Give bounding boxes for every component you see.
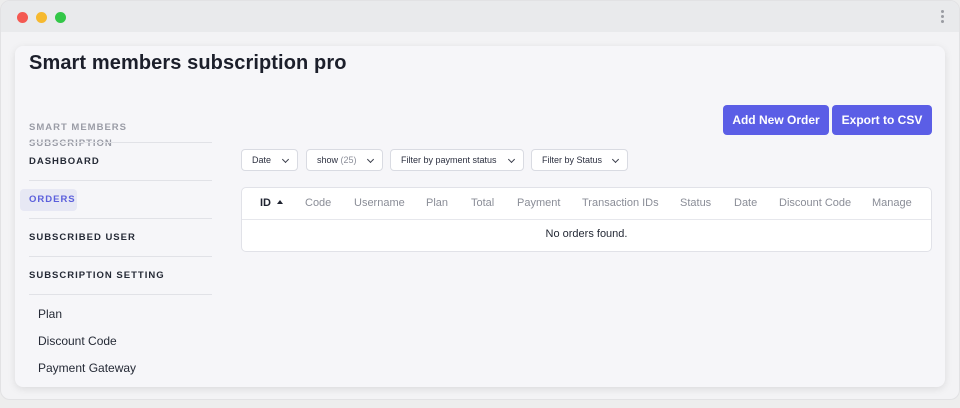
sidebar-item-label: SUBSCRIPTION SETTING (29, 270, 165, 281)
date-filter-label: Date (252, 155, 272, 165)
page-size-label: show (317, 155, 339, 165)
chevron-down-icon (281, 155, 290, 164)
sidebar-divider (29, 294, 212, 295)
column-header-manage[interactable]: Manage (872, 197, 912, 209)
sidebar-item-subscribed-user[interactable]: SUBSCRIBED USER (29, 218, 212, 256)
sidebar-item-label: ORDERS (29, 194, 76, 205)
status-filter-label: Filter by Status (542, 155, 603, 165)
sidebar-item-dashboard[interactable]: DASHBOARD (29, 142, 212, 180)
page-title: Smart members subscription pro (29, 52, 347, 74)
payment-status-filter-select[interactable]: Filter by payment status (390, 149, 524, 171)
column-header-total[interactable]: Total (471, 197, 494, 209)
sidebar-item-orders[interactable]: ORDERS (20, 180, 212, 218)
page-size-select[interactable]: show (25) (306, 149, 383, 171)
sidebar-item-label: SUBSCRIBED USER (29, 232, 136, 243)
sidebar-subitem-payment-gateway[interactable]: Payment Gateway (29, 355, 212, 382)
payment-status-filter-label: Filter by payment status (401, 155, 497, 165)
sidebar-subitem-discount-code[interactable]: Discount Code (29, 328, 212, 355)
date-filter-select[interactable]: Date (241, 149, 298, 171)
column-header-date[interactable]: Date (734, 197, 757, 209)
browser-window: Smart members subscription pro SMART MEM… (0, 0, 960, 400)
sidebar-heading: SMART MEMBERS SUBSCRIPTION (29, 122, 127, 149)
empty-table-message: No orders found. (545, 228, 628, 240)
sidebar: SMART MEMBERS SUBSCRIPTION DASHBOARD ORD… (20, 118, 212, 382)
close-window-button[interactable] (17, 12, 28, 23)
column-header-payment[interactable]: Payment (517, 197, 560, 209)
sort-ascending-icon (277, 200, 283, 204)
kebab-menu-icon[interactable] (941, 10, 945, 24)
add-new-order-button[interactable]: Add New Order (723, 105, 829, 135)
column-header-username[interactable]: Username (354, 197, 405, 209)
sidebar-item-label: DASHBOARD (29, 156, 100, 167)
column-header-label: ID (260, 197, 271, 209)
column-header-transaction-ids[interactable]: Transaction IDs (582, 197, 659, 209)
table-header: ID Code Username Plan Total Payment Tran… (242, 188, 931, 220)
maximize-window-button[interactable] (55, 12, 66, 23)
column-header-status[interactable]: Status (680, 197, 711, 209)
export-csv-button[interactable]: Export to CSV (832, 105, 932, 135)
minimize-window-button[interactable] (36, 12, 47, 23)
column-header-code[interactable]: Code (305, 197, 331, 209)
chevron-down-icon (507, 155, 516, 164)
status-filter-select[interactable]: Filter by Status (531, 149, 628, 171)
column-header-discount-code[interactable]: Discount Code (779, 197, 851, 209)
window-titlebar (1, 1, 959, 32)
sidebar-item-subscription-setting[interactable]: SUBSCRIPTION SETTING (29, 256, 212, 294)
column-header-plan[interactable]: Plan (426, 197, 448, 209)
chevron-down-icon (366, 155, 375, 164)
sidebar-subitem-plan[interactable]: Plan (29, 301, 212, 328)
app-card: Smart members subscription pro SMART MEM… (15, 46, 945, 387)
page-size-count: (25) (340, 155, 357, 165)
column-header-id[interactable]: ID (260, 197, 283, 209)
orders-table: ID Code Username Plan Total Payment Tran… (241, 187, 932, 252)
chevron-down-icon (611, 155, 620, 164)
